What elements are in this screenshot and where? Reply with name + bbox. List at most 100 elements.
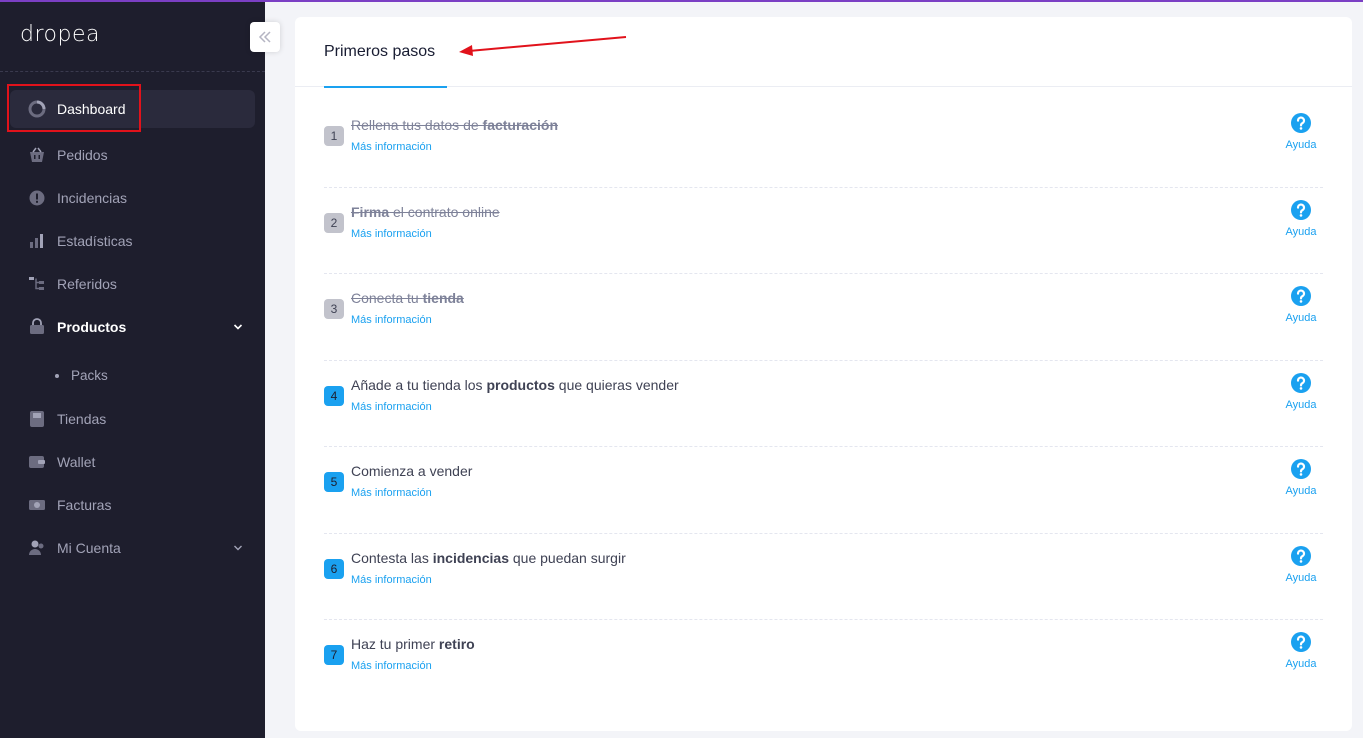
help-label: Ayuda: [1285, 312, 1317, 324]
step-text: Conecta tu tienda: [351, 290, 464, 306]
step-number-badge: 1: [324, 126, 344, 146]
wallet-icon: [28, 453, 46, 471]
alert-icon: [28, 189, 46, 207]
sidebar-collapse-button[interactable]: [250, 22, 280, 52]
sidebar-item-referidos[interactable]: Referidos: [0, 262, 265, 305]
step-text-post: que quieras vender: [554, 376, 679, 393]
logo[interactable]: dropea: [20, 22, 100, 47]
bullet-dot: [55, 373, 59, 378]
sidebar-item-label: Wallet: [57, 453, 96, 470]
top-accent-line: [0, 0, 1363, 2]
step-text-pre: Añade a tu tienda los: [351, 376, 487, 393]
invoice-icon: [28, 496, 46, 514]
card-header: Primeros pasos: [295, 17, 1352, 88]
sidebar-item-label: Mi Cuenta: [57, 539, 121, 556]
step-row: 4 Añade a tu tienda los productos que qui…: [324, 361, 1323, 447]
annotation-arrow-icon: [459, 36, 627, 56]
step-text-pre: Conecta tu: [351, 290, 423, 306]
help-button[interactable]: Ayuda: [1279, 199, 1323, 238]
help-button[interactable]: Ayuda: [1279, 632, 1323, 670]
sidebar-item-label: Tiendas: [57, 410, 107, 427]
sidebar-item-incidencias[interactable]: Incidencias: [0, 176, 265, 219]
step-text-bold: retiro: [438, 636, 475, 652]
page-title[interactable]: Primeros pasos: [324, 43, 435, 61]
active-tab-underline: [324, 86, 447, 88]
help-button[interactable]: Ayuda: [1279, 113, 1323, 151]
step-number-badge: 4: [324, 385, 344, 406]
sidebar-item-productos[interactable]: Productos: [0, 305, 265, 348]
question-circle-icon: [1291, 286, 1311, 306]
step-row: 3 Conecta tu tienda Más información Ayuda: [324, 274, 1323, 361]
sidebar-subitem-packs[interactable]: Packs: [0, 354, 265, 397]
step-text-post: que puedan surgir: [508, 549, 626, 566]
sidebar-item-label: Pedidos: [57, 146, 108, 163]
step-text-bold: incidencias: [432, 549, 509, 566]
step-text: Haz tu primer retiro: [351, 636, 475, 652]
steps-list: 1 Rellena tus datos de facturación Más inf…: [324, 101, 1323, 707]
chart-icon: [28, 232, 46, 250]
step-number-badge: 7: [324, 645, 344, 665]
question-circle-icon: [1291, 199, 1311, 220]
help-label: Ayuda: [1285, 658, 1317, 670]
step-text: Añade a tu tienda los productos que quie…: [351, 377, 679, 393]
step-text-bold: facturación: [482, 117, 558, 133]
help-button[interactable]: Ayuda: [1279, 372, 1323, 411]
sidebar-item-label: Facturas: [57, 496, 112, 513]
question-circle-icon: [1291, 459, 1311, 479]
step-row: 1 Rellena tus datos de facturación Más inf…: [324, 101, 1323, 188]
step-row: 2 Firma el contrato online Más información…: [324, 188, 1323, 274]
sidebar-item-facturas[interactable]: Facturas: [0, 483, 265, 526]
sidebar-item-tiendas[interactable]: Tiendas: [0, 397, 265, 440]
help-button[interactable]: Ayuda: [1279, 545, 1323, 584]
sidebar-item-label: Packs: [71, 368, 108, 383]
sidebar-item-estadisticas[interactable]: Estadísticas: [0, 219, 265, 262]
sidebar-item-mi-cuenta[interactable]: Mi Cuenta: [0, 526, 265, 569]
more-info-link[interactable]: Más información: [351, 660, 432, 672]
step-text: Firma el contrato online: [351, 204, 500, 220]
help-label: Ayuda: [1285, 398, 1317, 411]
more-info-link[interactable]: Más información: [351, 401, 432, 413]
tree-icon: [28, 275, 46, 293]
question-circle-icon: [1291, 545, 1311, 566]
more-info-link[interactable]: Más información: [351, 141, 432, 153]
getting-started-card: Primeros pasos 1 Rellena tus datos de fac…: [295, 17, 1352, 731]
step-text-bold: productos: [486, 376, 555, 393]
chevron-down-icon[interactable]: [233, 540, 243, 556]
sidebar-item-label: Referidos: [57, 275, 117, 292]
store-icon: [28, 410, 46, 428]
more-info-link[interactable]: Más información: [351, 314, 432, 326]
step-text: Rellena tus datos de facturación: [351, 117, 558, 133]
sidebar-item-label: Estadísticas: [57, 232, 133, 249]
basket-icon: [28, 146, 46, 164]
step-text-post: el contrato online: [389, 203, 500, 220]
sidebar-item-label: Productos: [57, 318, 127, 335]
sidebar-item-wallet[interactable]: Wallet: [0, 440, 265, 483]
help-label: Ayuda: [1285, 571, 1317, 584]
sidebar-item-label: Incidencias: [57, 189, 128, 206]
question-circle-icon: [1291, 372, 1311, 393]
step-text-pre: Haz tu primer: [351, 636, 439, 652]
step-number-badge: 3: [324, 299, 344, 319]
step-row: 6 Contesta las incidencias que puedan sur…: [324, 534, 1323, 620]
step-text-pre: Rellena tus datos de: [351, 117, 483, 133]
step-row: 5 Comienza a vender Más información Ayuda: [324, 447, 1323, 534]
more-info-link[interactable]: Más información: [351, 228, 432, 240]
chevron-down-icon[interactable]: [233, 319, 243, 335]
bag-icon: [28, 317, 46, 336]
more-info-link[interactable]: Más información: [351, 487, 432, 499]
sidebar-nav: Dashboard Pedidos Incidencias Estadístic…: [0, 90, 265, 569]
help-button[interactable]: Ayuda: [1279, 286, 1323, 324]
sidebar-item-pedidos[interactable]: Pedidos: [0, 133, 265, 176]
question-circle-icon: [1291, 113, 1311, 133]
annotation-highlight-box: [7, 84, 141, 132]
help-button[interactable]: Ayuda: [1279, 459, 1323, 497]
step-number-badge: 2: [324, 212, 344, 233]
step-text: Comienza a vender: [351, 463, 472, 479]
more-info-link[interactable]: Más información: [351, 574, 432, 586]
step-text-pre: Contesta las: [351, 549, 433, 566]
step-number-badge: 6: [324, 558, 344, 579]
double-chevron-left-icon: [258, 30, 272, 44]
step-text-bold: Firma: [351, 203, 390, 220]
users-icon: [28, 539, 46, 557]
sidebar-divider: [0, 71, 265, 72]
